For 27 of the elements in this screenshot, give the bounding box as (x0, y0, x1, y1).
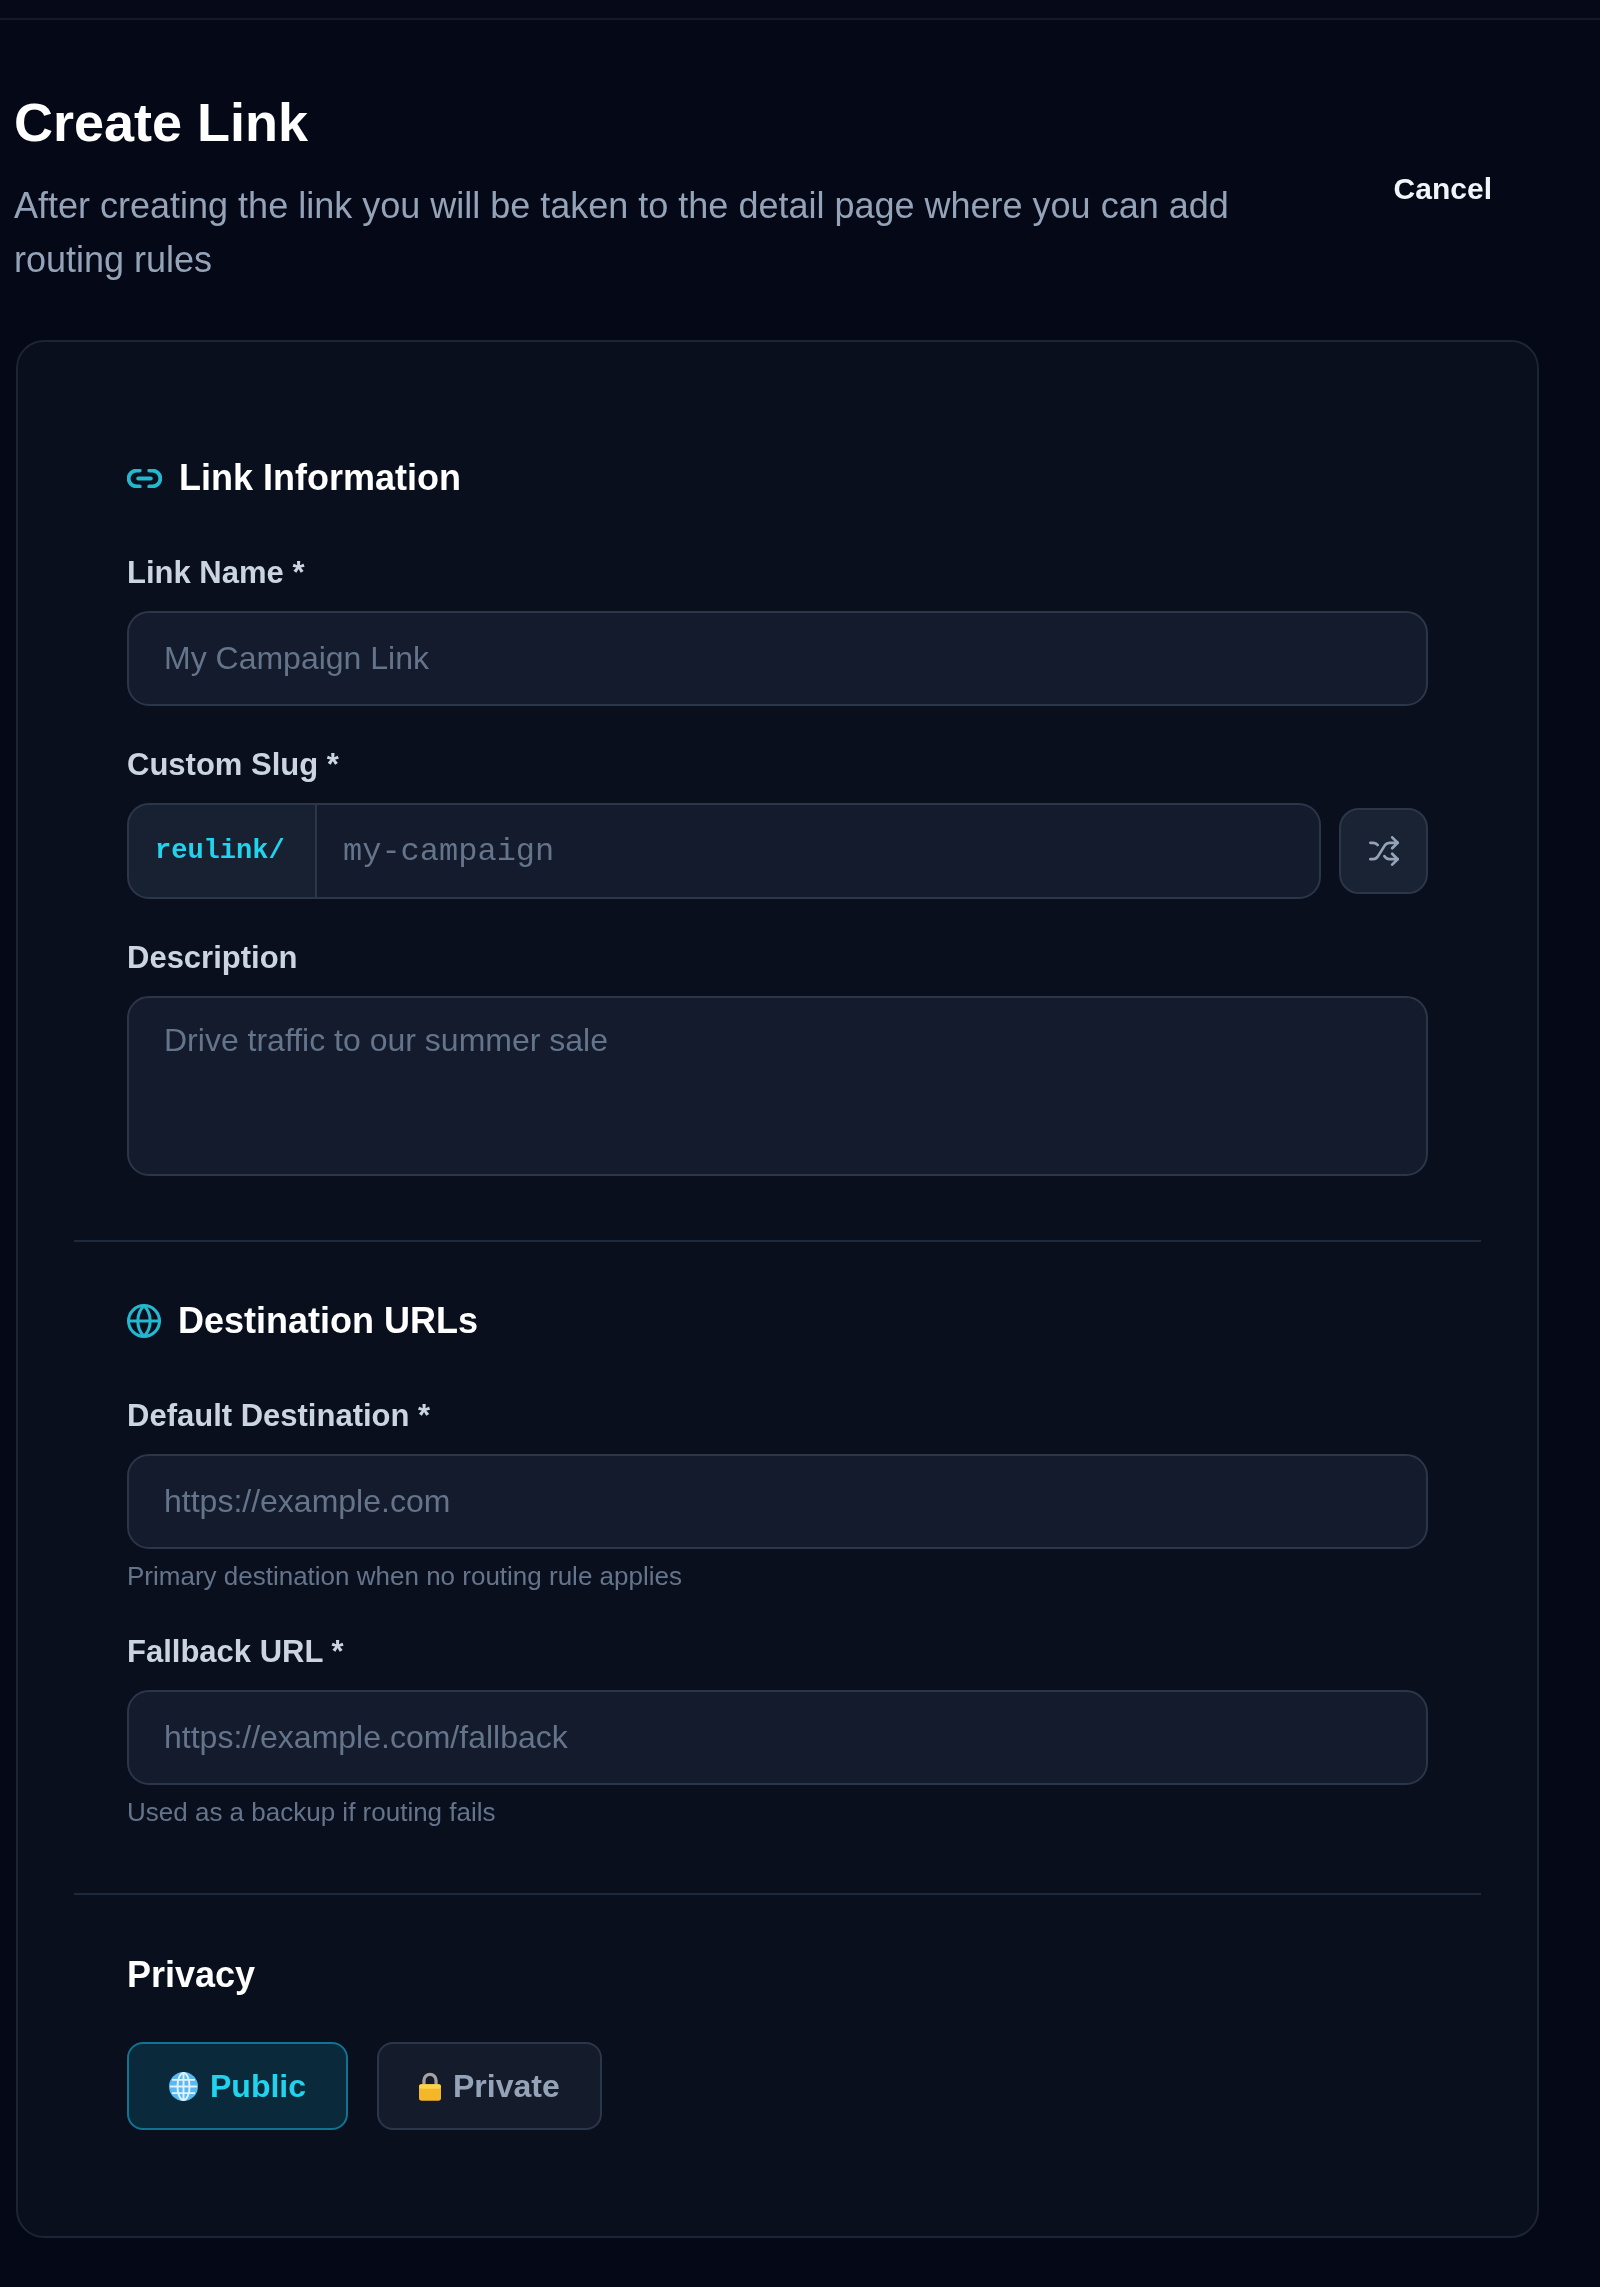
field-label: Link Name * (127, 554, 305, 592)
padlock-icon (419, 2071, 441, 2101)
slug-input[interactable]: my-campaign (317, 803, 1321, 899)
text-input[interactable]: https://example.com (127, 1454, 1428, 1549)
helper-text: Used as a backup if routing fails (127, 1796, 496, 1829)
globe-icon (127, 1304, 161, 1338)
link-icon (127, 468, 162, 488)
field-label: Custom Slug * (127, 746, 339, 784)
shuffle-button[interactable] (1339, 808, 1428, 894)
text-input[interactable]: My Campaign Link (127, 611, 1428, 706)
field-label: Description (127, 939, 298, 977)
text-input[interactable]: https://example.com/fallback (127, 1690, 1428, 1785)
privacy-option[interactable]: Public (127, 2042, 348, 2130)
section-heading: Privacy (127, 1953, 256, 1997)
url-prefix: reulink/ (127, 803, 317, 899)
page-subtitle: After creating the link you will be taken to the detail page where you can add routing rules (14, 184, 1230, 282)
shuffle-icon (1368, 836, 1399, 866)
section-heading: Destination URLs (178, 1299, 479, 1343)
section-heading: Link Information (179, 456, 461, 500)
field-label: Fallback URL * (127, 1633, 344, 1671)
helper-text: Primary destination when no routing rule applies (127, 1560, 682, 1593)
cancel-button[interactable]: Cancel (1369, 154, 1516, 223)
field-label: Default Destination * (127, 1397, 431, 1435)
page-title: Create Link (14, 91, 309, 154)
globe-icon (169, 2071, 198, 2101)
privacy-option[interactable]: Private (377, 2042, 602, 2130)
textarea-field[interactable]: Drive traffic to our summer sale (127, 996, 1428, 1176)
